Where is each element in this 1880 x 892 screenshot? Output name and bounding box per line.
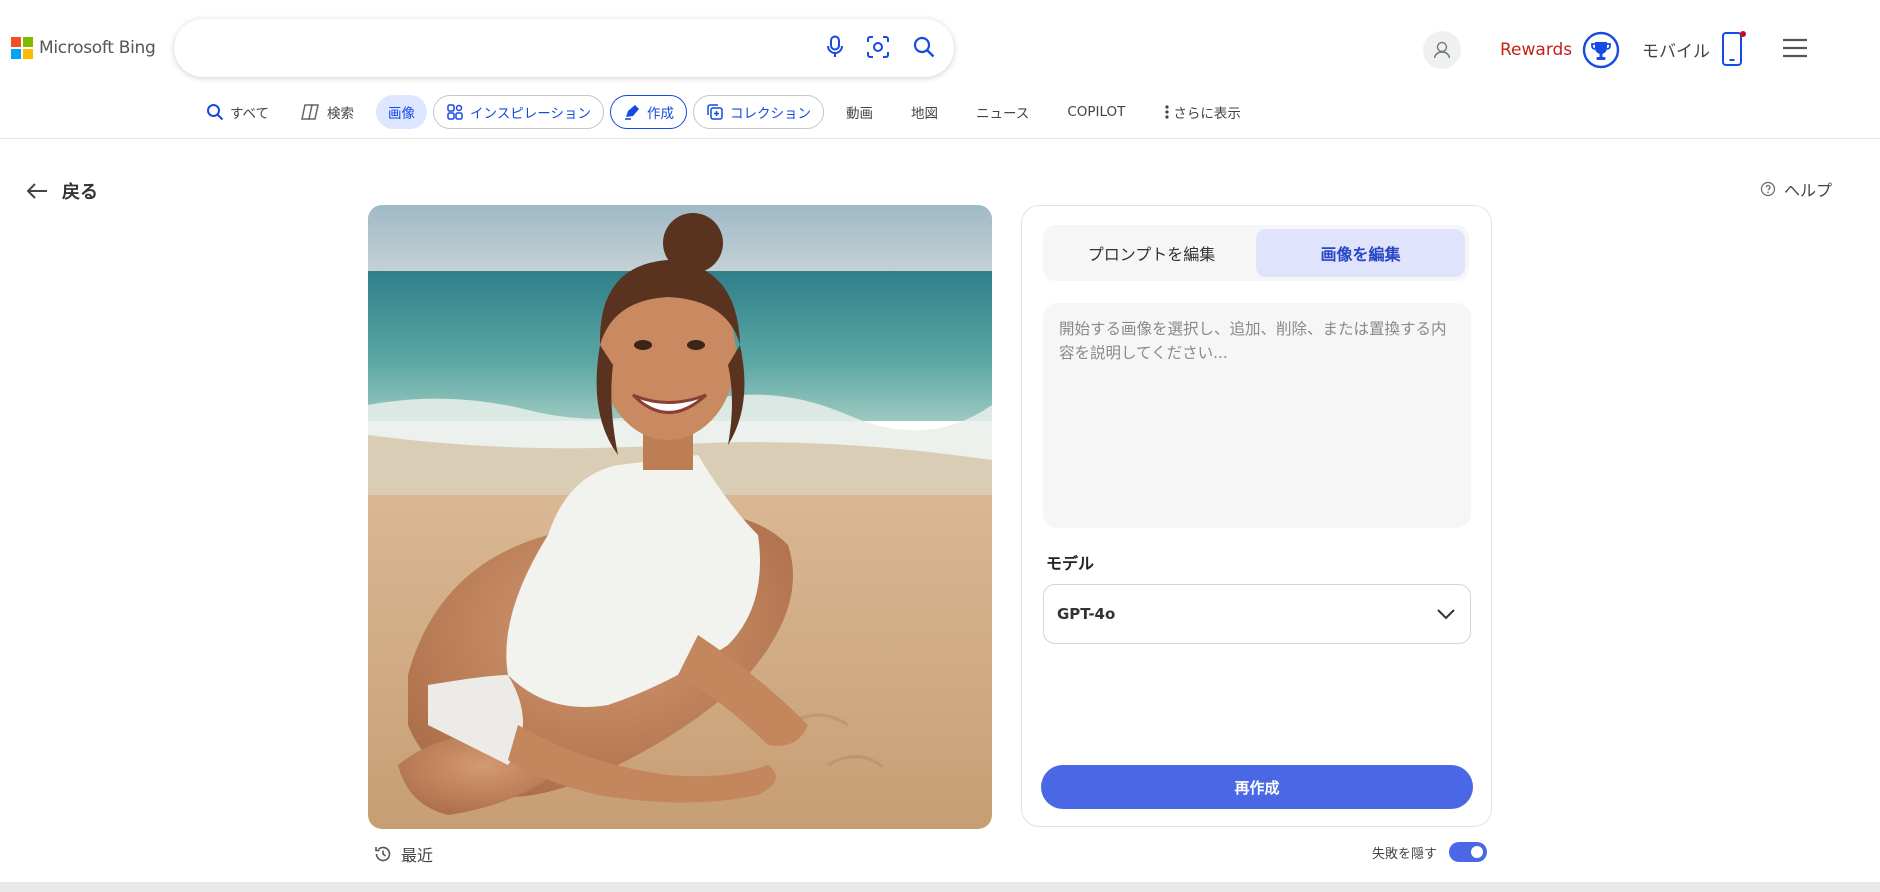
- generated-image[interactable]: [368, 205, 992, 829]
- help-label: ヘルプ: [1784, 181, 1833, 200]
- recent-button[interactable]: 最近: [373, 842, 433, 866]
- model-label: モデル: [1046, 554, 1095, 573]
- tab-edit-prompt[interactable]: プロンプトを編集: [1047, 229, 1256, 277]
- nav-item-label: インスピレーション: [470, 106, 591, 122]
- nav-divider: [0, 138, 1880, 139]
- microphone-icon[interactable]: [826, 35, 844, 59]
- brand-name: Microsoft Bing: [39, 38, 156, 58]
- microsoft-logo-icon: [11, 37, 33, 59]
- mobile-label: モバイル: [1642, 41, 1710, 62]
- search-icon: [207, 104, 224, 121]
- rewards-button[interactable]: Rewards: [1500, 31, 1620, 69]
- history-icon: [375, 846, 391, 862]
- edit-mode-tabs: プロンプトを編集 画像を編集: [1043, 225, 1469, 281]
- nav-item-label: 検索: [327, 106, 355, 122]
- nav-item-create[interactable]: 作成: [609, 95, 687, 129]
- help-button[interactable]: ヘルプ: [1760, 177, 1832, 201]
- mobile-button[interactable]: モバイル: [1642, 31, 1746, 67]
- recreate-button[interactable]: 再作成: [1041, 765, 1473, 809]
- prompt-placeholder: 開始する画像を選択し、追加、削除、または置換する内容を説明してください...: [1059, 320, 1447, 362]
- create-icon: [624, 105, 639, 120]
- arrow-left-icon: [26, 183, 47, 199]
- tab-edit-image[interactable]: 画像を編集: [1256, 229, 1465, 277]
- hide-failures-control: 失敗を隠す: [1372, 842, 1488, 862]
- inspiration-icon: [447, 104, 463, 120]
- nav-item-news[interactable]: ニュース: [960, 95, 1045, 129]
- back-label: 戻る: [62, 182, 98, 203]
- recreate-label: 再作成: [1234, 778, 1280, 797]
- help-icon: [1760, 181, 1776, 197]
- nav-item-collection[interactable]: コレクション: [692, 95, 824, 129]
- nav-item-label: 作成: [646, 106, 674, 122]
- footer-bar: [0, 882, 1880, 892]
- copilot-icon: [301, 104, 319, 120]
- nav-item-label: 画像: [388, 106, 416, 122]
- visual-search-icon[interactable]: [866, 35, 890, 59]
- toggle-knob: [1471, 846, 1484, 858]
- search-input[interactable]: [198, 33, 762, 65]
- nav-item-label: コレクション: [729, 106, 811, 122]
- model-value: GPT-4o: [1057, 605, 1116, 623]
- mobile-phone-icon: [1720, 31, 1746, 67]
- user-icon: [1433, 41, 1451, 59]
- nav-item-label: 動画: [845, 106, 873, 122]
- beach-portrait-image: [368, 205, 992, 829]
- rewards-label: Rewards: [1500, 40, 1573, 60]
- hamburger-menu-button[interactable]: [1782, 37, 1808, 63]
- more-vertical-icon: [1165, 105, 1170, 119]
- bing-logo[interactable]: Microsoft Bing: [11, 36, 156, 60]
- tab-label: 画像を編集: [1320, 245, 1401, 264]
- nav-item-label: 地図: [910, 106, 938, 122]
- nav-item-maps[interactable]: 地図: [895, 95, 954, 129]
- chevron-down-icon: [1437, 609, 1455, 620]
- nav-item-search[interactable]: 検索: [285, 95, 370, 129]
- nav-item-images[interactable]: 画像: [376, 95, 428, 129]
- scope-nav: すべて 検索 画像 インスピレーション 作成 コレクション 動画 地図 ニュース…: [196, 94, 1263, 130]
- back-button[interactable]: 戻る: [26, 178, 98, 204]
- collection-icon: [707, 104, 723, 120]
- tab-label: プロンプトを編集: [1087, 245, 1216, 264]
- nav-item-more[interactable]: さらに表示: [1147, 95, 1257, 129]
- search-icon[interactable]: [912, 35, 936, 59]
- hamburger-menu-icon: [1783, 38, 1807, 58]
- recent-label: 最近: [401, 846, 434, 865]
- hide-failures-label: 失敗を隠す: [1372, 846, 1438, 862]
- nav-item-videos[interactable]: 動画: [830, 95, 889, 129]
- nav-item-label: ニュース: [975, 106, 1030, 122]
- nav-item-label: COPILOT: [1067, 104, 1126, 120]
- avatar[interactable]: [1423, 31, 1461, 69]
- nav-item-all[interactable]: すべて: [196, 95, 279, 129]
- hide-failures-toggle[interactable]: [1449, 842, 1488, 862]
- trophy-icon: [1582, 31, 1620, 69]
- nav-item-copilot[interactable]: COPILOT: [1051, 95, 1141, 129]
- prompt-textarea[interactable]: 開始する画像を選択し、追加、削除、または置換する内容を説明してください...: [1043, 303, 1471, 528]
- nav-item-label: すべて: [230, 106, 270, 122]
- nav-item-inspiration[interactable]: インスピレーション: [433, 95, 604, 129]
- search-box[interactable]: [174, 19, 954, 77]
- model-select[interactable]: GPT-4o: [1043, 584, 1471, 644]
- nav-item-label: さらに表示: [1173, 106, 1241, 122]
